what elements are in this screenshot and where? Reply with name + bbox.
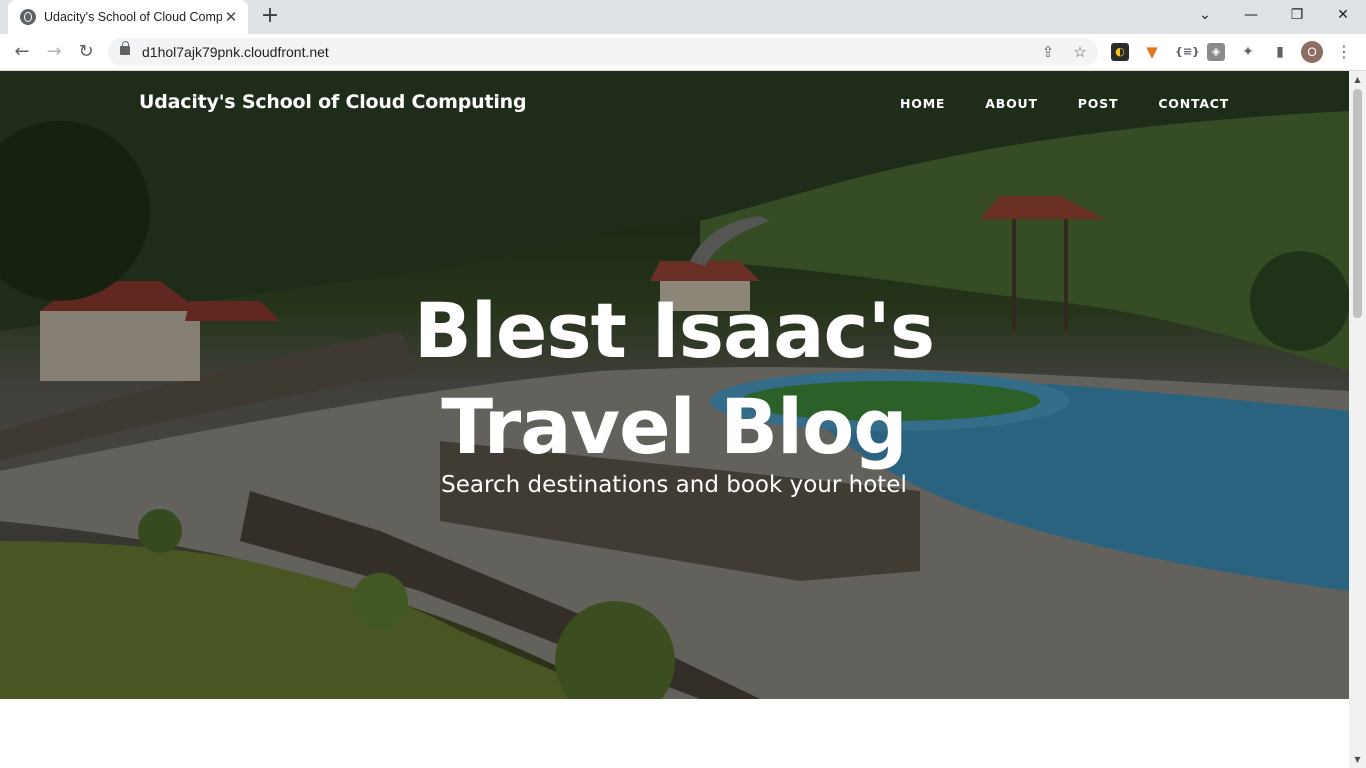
site-brand[interactable]: Udacity's School of Cloud Computing xyxy=(139,91,527,113)
extension-icon[interactable]: ◐ xyxy=(1111,43,1129,61)
page-title-line-2: Travel Blog xyxy=(441,382,907,471)
restore-icon[interactable]: ❐ xyxy=(1274,0,1320,30)
reload-icon[interactable]: ↻ xyxy=(72,38,100,66)
scrollbar-thumb[interactable] xyxy=(1353,89,1362,318)
page-title: Blest Isaac's Travel Blog xyxy=(324,283,1024,475)
lock-extension-icon[interactable]: ◈ xyxy=(1207,43,1225,61)
nav-contact[interactable]: CONTACT xyxy=(1158,96,1229,111)
nav-home[interactable]: HOME xyxy=(900,96,945,111)
main-nav: HOME ABOUT POST CONTACT xyxy=(900,96,1229,111)
puzzle-icon[interactable]: ✦ xyxy=(1239,43,1257,61)
nav-about[interactable]: ABOUT xyxy=(985,96,1038,111)
browser-toolbar: ← → ↻ d1hol7ajk79pnk.cloudfront.net ⇪ ☆ … xyxy=(0,34,1366,71)
share-icon[interactable]: ⇪ xyxy=(1036,40,1060,64)
side-panel-icon[interactable]: ▮ xyxy=(1271,43,1289,61)
json-extension-icon[interactable]: {≡} xyxy=(1175,43,1200,61)
page-subtitle: Search destinations and book your hotel xyxy=(441,472,907,498)
page-viewport: Udacity's School of Cloud Computing HOME… xyxy=(0,71,1349,768)
plus-icon[interactable]: + xyxy=(258,5,282,29)
metamask-fox-icon[interactable]: ▼ xyxy=(1143,43,1161,61)
tab-title: Udacity's School of Cloud Computing xyxy=(44,10,222,24)
kebab-menu-icon[interactable]: ⋮ xyxy=(1334,40,1354,64)
hero-section: Udacity's School of Cloud Computing HOME… xyxy=(0,71,1349,699)
avatar[interactable]: O xyxy=(1301,41,1323,63)
page-title-line-1: Blest Isaac's xyxy=(413,286,935,375)
bookmark-star-icon[interactable]: ☆ xyxy=(1068,40,1092,64)
window-close-icon[interactable]: ✕ xyxy=(1320,0,1366,30)
nav-post[interactable]: POST xyxy=(1078,96,1119,111)
scroll-down-icon[interactable]: ▼ xyxy=(1349,751,1366,768)
browser-tab[interactable]: Udacity's School of Cloud Computing ✕ xyxy=(8,0,248,34)
globe-icon xyxy=(20,9,36,25)
tab-search-chevron-icon[interactable]: ⌄ xyxy=(1182,0,1228,30)
close-icon[interactable]: ✕ xyxy=(222,8,240,26)
lock-icon xyxy=(120,41,130,55)
back-arrow-icon[interactable]: ← xyxy=(8,38,36,66)
address-bar[interactable]: d1hol7ajk79pnk.cloudfront.net ⇪ ☆ xyxy=(108,38,1098,66)
forward-arrow-icon[interactable]: → xyxy=(40,38,68,66)
scroll-up-icon[interactable]: ▲ xyxy=(1349,71,1366,88)
minimize-icon[interactable]: — xyxy=(1228,0,1274,30)
tab-strip: Udacity's School of Cloud Computing ✕ + … xyxy=(0,0,1366,34)
page-scrollbar[interactable]: ▲ ▼ xyxy=(1349,71,1366,768)
url-text[interactable]: d1hol7ajk79pnk.cloudfront.net xyxy=(142,38,329,66)
